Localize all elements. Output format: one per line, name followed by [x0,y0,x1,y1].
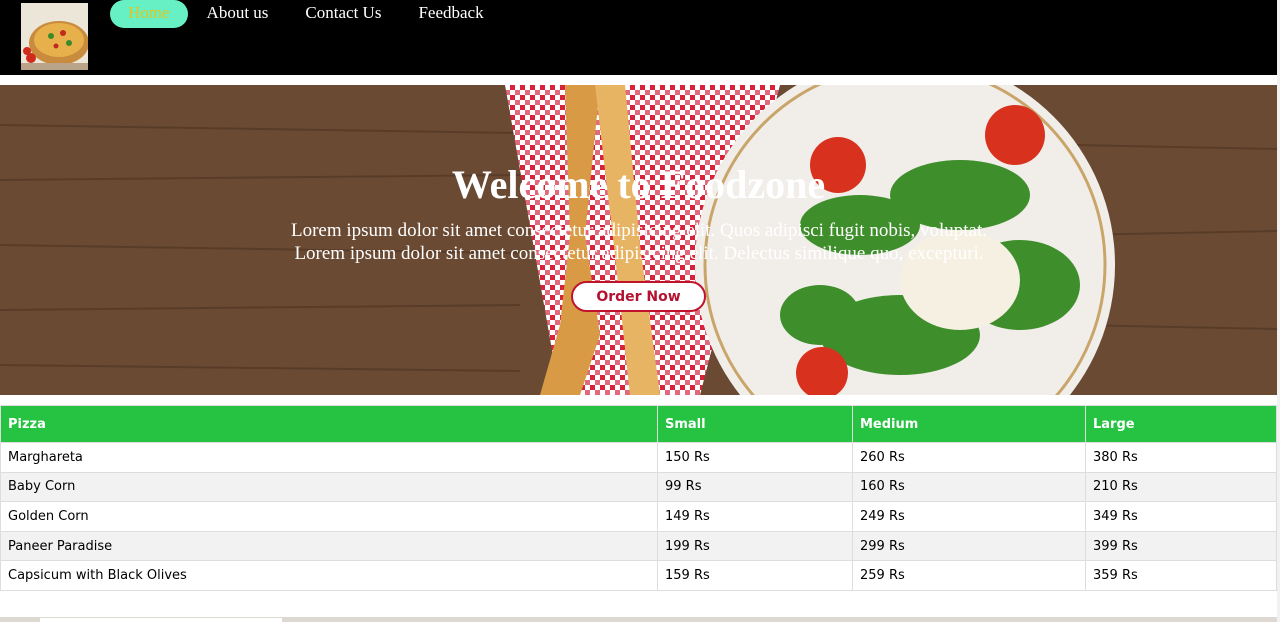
hero-description-line-1: Lorem ipsum dolor sit amet consectetur a… [290,220,988,241]
medium-price-cell: 160 Rs [852,471,1086,503]
column-header-pizza: Pizza [0,405,658,443]
pizza-logo-image[interactable] [21,3,88,70]
medium-price-cell: 249 Rs [852,501,1086,532]
nav-home-link[interactable]: Home [110,0,188,28]
table-row: Golden Corn 149 Rs 249 Rs 349 Rs [0,501,1277,532]
table-row: Capsicum with Black Olives 159 Rs 259 Rs… [0,560,1277,591]
column-header-small: Small [657,405,853,443]
medium-price-cell: 299 Rs [852,530,1086,562]
pizza-name-cell: Marghareta [0,442,658,473]
next-section-segment [40,618,282,622]
table-row: Paneer Paradise 199 Rs 299 Rs 399 Rs [0,530,1277,562]
column-header-medium: Medium [852,405,1086,443]
table-header-row: Pizza Small Medium Large [0,405,1277,443]
medium-price-cell: 259 Rs [852,560,1086,591]
small-price-cell: 199 Rs [657,530,853,562]
hero-description: Lorem ipsum dolor sit amet consectetur a… [239,219,1039,265]
small-price-cell: 150 Rs [657,442,853,473]
main-nav: Home About us Contact Us Feedback [110,0,502,28]
pizza-name-cell: Capsicum with Black Olives [0,560,658,591]
pizza-name-cell: Golden Corn [0,501,658,532]
pizza-name-cell: Baby Corn [0,471,658,503]
pizza-price-table: Pizza Small Medium Large Marghareta 150 … [0,405,1277,591]
hero-banner: Welcome to Foodzone Lorem ipsum dolor si… [0,85,1277,395]
pizza-name-cell: Paneer Paradise [0,530,658,562]
hero-description-line-2: Lorem ipsum dolor sit amet consectetur a… [294,243,984,264]
nav-about-link[interactable]: About us [189,0,287,28]
column-header-large: Large [1085,405,1277,443]
top-navbar: Home About us Contact Us Feedback [0,0,1277,75]
hero-title: Welcome to Foodzone [451,162,826,207]
small-price-cell: 149 Rs [657,501,853,532]
large-price-cell: 399 Rs [1085,530,1277,562]
small-price-cell: 159 Rs [657,560,853,591]
large-price-cell: 349 Rs [1085,501,1277,532]
large-price-cell: 210 Rs [1085,471,1277,503]
small-price-cell: 99 Rs [657,471,853,503]
order-now-button[interactable]: Order Now [571,281,706,312]
nav-contact-link[interactable]: Contact Us [287,0,399,28]
next-section-edge [0,617,1277,622]
large-price-cell: 359 Rs [1085,560,1277,591]
medium-price-cell: 260 Rs [852,442,1086,473]
nav-feedback-link[interactable]: Feedback [400,0,501,28]
table-row: Marghareta 150 Rs 260 Rs 380 Rs [0,442,1277,473]
table-row: Baby Corn 99 Rs 160 Rs 210 Rs [0,471,1277,503]
large-price-cell: 380 Rs [1085,442,1277,473]
